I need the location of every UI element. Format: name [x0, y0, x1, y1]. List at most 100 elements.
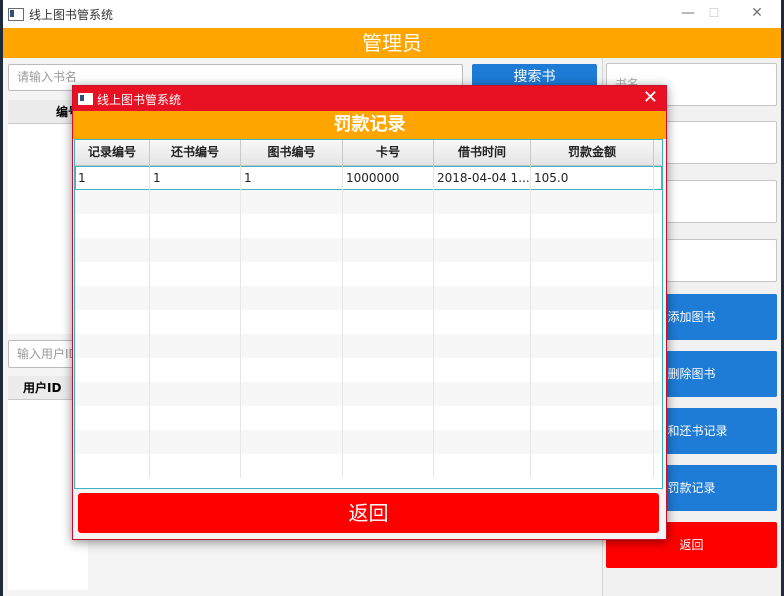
- column-header-book-id[interactable]: 图书编号: [241, 140, 343, 165]
- table-cell: [241, 214, 343, 238]
- table-cell: [150, 406, 241, 430]
- app-icon: [8, 8, 24, 21]
- admin-banner: 管理员: [3, 28, 781, 58]
- empty-table-row[interactable]: [75, 382, 662, 406]
- table-cell: [75, 430, 150, 454]
- table-cell: [150, 190, 241, 214]
- empty-table-row[interactable]: [75, 262, 662, 286]
- table-cell: [343, 262, 434, 286]
- table-cell: [343, 190, 434, 214]
- fine-records-dialog: 线上图书管系统 ✕ 罚款记录 记录编号 还书编号 图书编号 卡号 借书时间 罚款…: [72, 85, 667, 540]
- table-cell: [531, 238, 654, 262]
- table-cell: [75, 190, 150, 214]
- table-cell: [531, 334, 654, 358]
- table-cell: [531, 406, 654, 430]
- table-cell: [75, 382, 150, 406]
- table-cell: 2018-04-04 1...: [434, 166, 531, 190]
- table-cell: [343, 406, 434, 430]
- empty-table-row[interactable]: [75, 430, 662, 454]
- table-cell: [150, 262, 241, 286]
- table-cell: [75, 310, 150, 334]
- table-cell: [343, 454, 434, 478]
- table-cell: 1: [150, 166, 241, 190]
- table-cell: [434, 430, 531, 454]
- empty-table-row[interactable]: [75, 334, 662, 358]
- table-cell: [343, 286, 434, 310]
- table-cell: 105.0: [531, 166, 654, 190]
- dialog-close-icon[interactable]: ✕: [643, 87, 658, 109]
- table-cell: [75, 238, 150, 262]
- fine-records-table[interactable]: 记录编号 还书编号 图书编号 卡号 借书时间 罚款金额 1 1 1 1000000 20…: [74, 139, 663, 489]
- table-cell: [150, 334, 241, 358]
- table-cell: [241, 430, 343, 454]
- fine-records-banner: 罚款记录: [73, 111, 666, 139]
- table-cell: [150, 382, 241, 406]
- table-cell: [434, 286, 531, 310]
- table-cell: [241, 358, 343, 382]
- table-cell: [434, 382, 531, 406]
- minimize-icon[interactable]: —: [675, 3, 701, 23]
- table-cell: [434, 238, 531, 262]
- table-cell: [150, 454, 241, 478]
- table-cell: [343, 430, 434, 454]
- empty-table-row[interactable]: [75, 310, 662, 334]
- table-cell: [75, 358, 150, 382]
- table-body[interactable]: 1 1 1 1000000 2018-04-04 1... 105.0: [75, 166, 662, 488]
- table-cell: 1000000: [343, 166, 434, 190]
- table-cell: [75, 334, 150, 358]
- table-cell: [241, 310, 343, 334]
- column-header-fine-amount[interactable]: 罚款金额: [531, 140, 654, 165]
- table-cell: [343, 310, 434, 334]
- table-cell: [343, 358, 434, 382]
- main-titlebar: 线上图书管系统 — ☐ ✕: [3, 0, 781, 28]
- table-cell: [434, 190, 531, 214]
- table-cell: [531, 214, 654, 238]
- table-cell: 1: [75, 166, 150, 190]
- table-header: 记录编号 还书编号 图书编号 卡号 借书时间 罚款金额: [75, 140, 662, 166]
- table-cell: [434, 406, 531, 430]
- table-cell: [531, 310, 654, 334]
- table-cell: [150, 238, 241, 262]
- table-cell: [343, 382, 434, 406]
- table-cell: [241, 262, 343, 286]
- table-cell: [75, 406, 150, 430]
- dialog-back-button[interactable]: 返回: [78, 493, 659, 533]
- table-cell: [150, 310, 241, 334]
- empty-table-row[interactable]: [75, 214, 662, 238]
- dialog-titlebar: 线上图书管系统 ✕: [73, 86, 666, 111]
- table-cell: [241, 406, 343, 430]
- table-cell: [150, 214, 241, 238]
- column-header-record-id[interactable]: 记录编号: [75, 140, 150, 165]
- table-cell: [343, 214, 434, 238]
- table-cell: [150, 358, 241, 382]
- table-cell: [150, 286, 241, 310]
- empty-table-row[interactable]: [75, 286, 662, 310]
- table-cell: [241, 454, 343, 478]
- main-window-title: 线上图书管系统: [29, 8, 114, 22]
- dialog-app-icon: [78, 93, 93, 105]
- empty-table-row[interactable]: [75, 238, 662, 262]
- table-cell: [531, 286, 654, 310]
- table-cell: [434, 214, 531, 238]
- table-cell: [531, 358, 654, 382]
- table-cell: [434, 358, 531, 382]
- table-cell: [531, 382, 654, 406]
- column-header-return-id[interactable]: 还书编号: [150, 140, 241, 165]
- column-header-card-no[interactable]: 卡号: [343, 140, 434, 165]
- empty-table-row[interactable]: [75, 358, 662, 382]
- table-cell: [531, 454, 654, 478]
- table-cell: [434, 454, 531, 478]
- empty-table-row[interactable]: [75, 454, 662, 478]
- table-cell: [531, 190, 654, 214]
- table-cell: [75, 454, 150, 478]
- empty-table-row[interactable]: [75, 190, 662, 214]
- table-row[interactable]: 1 1 1 1000000 2018-04-04 1... 105.0: [75, 166, 662, 190]
- column-header-borrow-time[interactable]: 借书时间: [434, 140, 531, 165]
- empty-table-row[interactable]: [75, 406, 662, 430]
- table-cell: [241, 286, 343, 310]
- maximize-icon[interactable]: ☐: [701, 3, 727, 23]
- table-cell: [150, 430, 241, 454]
- table-cell: [343, 334, 434, 358]
- table-cell: [241, 334, 343, 358]
- close-icon[interactable]: ✕: [744, 3, 770, 23]
